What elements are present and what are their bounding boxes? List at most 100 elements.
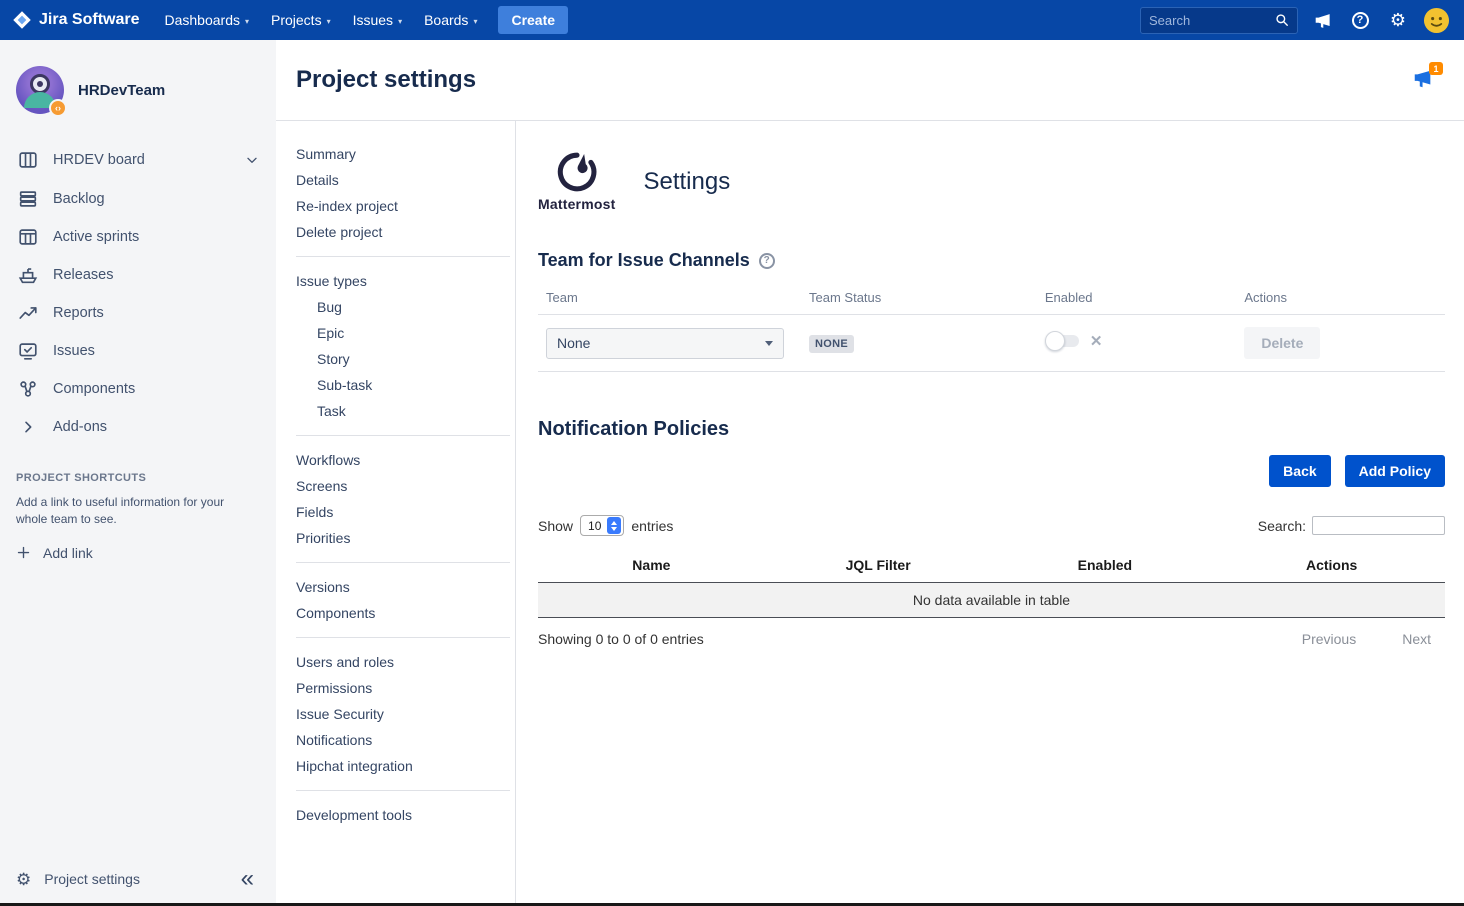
nav-dashboards[interactable]: Dashboards▾	[153, 0, 260, 40]
plugin-settings-panel: Mattermost Settings Team for Issue Chann…	[516, 121, 1464, 906]
settings-nav-fields[interactable]: Fields	[276, 499, 515, 525]
settings-gear-icon[interactable]: ⚙	[1384, 6, 1412, 34]
project-settings-nav: Summary Details Re-index project Delete …	[276, 121, 516, 906]
divider	[296, 562, 510, 563]
back-button[interactable]: Back	[1269, 455, 1330, 487]
next-page-button[interactable]: Next	[1402, 631, 1431, 647]
sidebar-item-reports[interactable]: Reports	[0, 294, 276, 332]
col-team-status: Team Status	[801, 281, 1037, 315]
sidebar-footer: ⚙ Project settings «	[0, 852, 276, 906]
page-title: Project settings	[296, 66, 476, 94]
delete-button[interactable]: Delete	[1244, 327, 1320, 359]
empty-row: No data available in table	[538, 583, 1445, 618]
nav-projects[interactable]: Projects▾	[260, 0, 342, 40]
nav-issues[interactable]: Issues▾	[342, 0, 413, 40]
team-channels-heading: Team for Issue Channels	[538, 250, 750, 271]
settings-nav-subtask[interactable]: Sub-task	[276, 372, 515, 398]
sidebar-item-releases[interactable]: Releases	[0, 256, 276, 294]
mattermost-logo-icon	[556, 151, 598, 193]
help-icon[interactable]: ?	[759, 253, 775, 269]
col-enabled: Enabled	[992, 548, 1219, 583]
policies-search-input[interactable]	[1312, 516, 1445, 535]
datatable-footer: Showing 0 to 0 of 0 entries Previous Nex…	[538, 631, 1445, 647]
sidebar-item-active-sprints[interactable]: Active sprints	[0, 218, 276, 256]
project-avatar[interactable]: ‹›	[16, 66, 64, 114]
sidebar-item-add-ons[interactable]: Add-ons	[0, 408, 276, 446]
settings-nav-issue-types[interactable]: Issue types	[276, 268, 515, 294]
sidebar-item-backlog[interactable]: Backlog	[0, 180, 276, 218]
settings-nav-epic[interactable]: Epic	[276, 320, 515, 346]
avatar-badge-icon: ‹›	[49, 99, 67, 117]
page-size-select[interactable]: 10	[580, 515, 624, 536]
settings-nav-components[interactable]: Components	[276, 600, 515, 626]
toggle-off-x-icon: ✕	[1090, 332, 1103, 350]
divider	[296, 256, 510, 257]
sidebar-item-issues[interactable]: Issues	[0, 332, 276, 370]
search-label: Search:	[1258, 518, 1306, 534]
add-link-button[interactable]: Add link	[16, 545, 260, 561]
sidebar-item-components[interactable]: Components	[0, 370, 276, 408]
mattermost-wordmark: Mattermost	[538, 196, 615, 212]
add-policy-button[interactable]: Add Policy	[1345, 455, 1445, 487]
col-enabled: Enabled	[1037, 281, 1237, 315]
brand-label: Jira Software	[39, 11, 139, 29]
settings-nav-versions[interactable]: Versions	[276, 574, 515, 600]
user-avatar[interactable]	[1422, 6, 1450, 34]
board-selector[interactable]: HRDEV board	[0, 140, 276, 180]
top-navigation: Jira Software Dashboards▾ Projects▾ Issu…	[0, 0, 1464, 40]
previous-page-button[interactable]: Previous	[1302, 631, 1356, 647]
settings-nav-screens[interactable]: Screens	[276, 473, 515, 499]
feedback-megaphone-icon[interactable]	[1308, 6, 1336, 34]
plugin-settings-title: Settings	[643, 168, 730, 196]
chevron-down-icon: ▾	[473, 17, 477, 26]
nav-boards[interactable]: Boards▾	[413, 0, 488, 40]
team-channels-table: Team Team Status Enabled Actions None	[538, 281, 1445, 372]
settings-nav-details[interactable]: Details	[276, 167, 515, 193]
board-icon	[16, 148, 40, 172]
settings-nav-issue-security[interactable]: Issue Security	[276, 701, 515, 727]
components-icon	[16, 377, 40, 401]
divider	[296, 435, 510, 436]
notification-badge: 1	[1429, 62, 1443, 75]
chevron-down-icon	[765, 341, 773, 346]
settings-nav-task[interactable]: Task	[276, 398, 515, 424]
search-icon[interactable]	[1275, 13, 1289, 27]
notification-policies-heading: Notification Policies	[538, 418, 1445, 441]
enabled-toggle[interactable]	[1045, 331, 1081, 351]
settings-nav-permissions[interactable]: Permissions	[276, 675, 515, 701]
global-search[interactable]	[1140, 7, 1298, 34]
jira-logo[interactable]: Jira Software	[12, 10, 139, 30]
settings-nav-reindex[interactable]: Re-index project	[276, 193, 515, 219]
search-input[interactable]	[1149, 13, 1275, 28]
chevron-down-icon: ▾	[327, 17, 331, 26]
settings-nav-bug[interactable]: Bug	[276, 294, 515, 320]
show-label: Show	[538, 518, 573, 534]
settings-nav-summary[interactable]: Summary	[276, 141, 515, 167]
datatable-controls: Show 10 entries Search:	[538, 515, 1445, 536]
settings-nav-delete[interactable]: Delete project	[276, 219, 515, 245]
col-actions: Actions	[1218, 548, 1445, 583]
project-settings-link[interactable]: Project settings	[44, 871, 227, 887]
help-icon[interactable]: ?	[1346, 6, 1374, 34]
settings-nav-priorities[interactable]: Priorities	[276, 525, 515, 551]
empty-message: No data available in table	[538, 583, 1445, 618]
jira-diamond-icon	[12, 10, 32, 30]
content-header: Project settings 1	[276, 40, 1464, 121]
settings-nav-story[interactable]: Story	[276, 346, 515, 372]
plus-icon	[16, 545, 31, 560]
collapse-sidebar-icon[interactable]: «	[241, 867, 260, 891]
settings-nav-notifications[interactable]: Notifications	[276, 727, 515, 753]
settings-nav-dev-tools[interactable]: Development tools	[276, 802, 515, 828]
create-button[interactable]: Create	[498, 6, 568, 34]
backlog-icon	[16, 187, 40, 211]
settings-nav-hipchat[interactable]: Hipchat integration	[276, 753, 515, 779]
entries-summary: Showing 0 to 0 of 0 entries	[538, 631, 704, 647]
settings-nav-workflows[interactable]: Workflows	[276, 447, 515, 473]
settings-nav-users-roles[interactable]: Users and roles	[276, 649, 515, 675]
entries-label: entries	[631, 518, 673, 534]
team-select-dropdown[interactable]: None	[546, 328, 784, 359]
announcements-icon[interactable]: 1	[1412, 68, 1438, 92]
divider	[296, 790, 510, 791]
plugin-header: Mattermost Settings	[538, 151, 1445, 212]
mattermost-logo: Mattermost	[538, 151, 615, 212]
